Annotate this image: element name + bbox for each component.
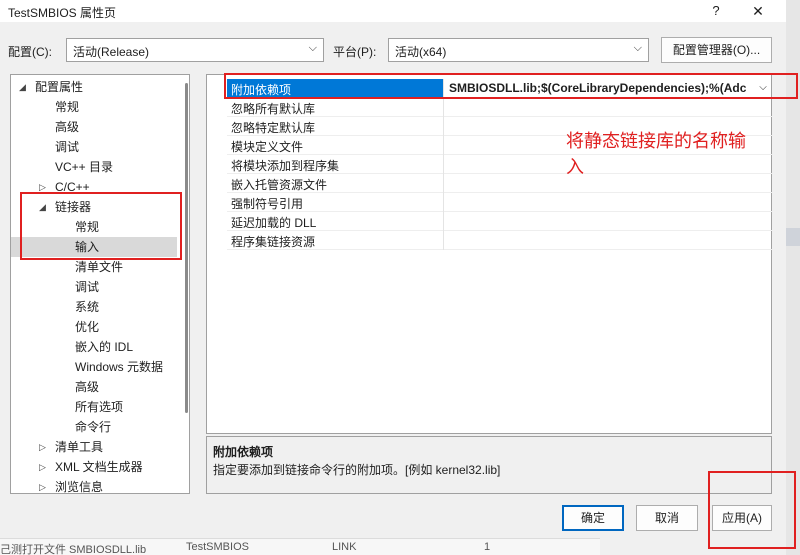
annotation-box-linker-input bbox=[20, 192, 182, 260]
tree-item-command-line[interactable]: 命令行 bbox=[11, 417, 181, 437]
tree-item-advanced[interactable]: 高级 bbox=[11, 117, 181, 137]
tree-item-label: 调试 bbox=[55, 140, 80, 154]
tree-item-embedded-idl[interactable]: 嵌入的 IDL bbox=[11, 337, 181, 357]
config-label: 配置(C): bbox=[8, 45, 52, 59]
config-manager-button[interactable]: 配置管理器(O)... bbox=[661, 37, 772, 63]
tree-item-label: 浏览信息 bbox=[55, 480, 104, 494]
property-name: 忽略所有默认库 bbox=[231, 102, 316, 116]
background-col-3: LINK bbox=[332, 541, 357, 553]
tree-item-label: Windows 元数据 bbox=[75, 360, 164, 374]
annotation-box-apply-button bbox=[708, 471, 796, 549]
tree-item-system[interactable]: 系统 bbox=[11, 297, 181, 317]
description-title: 附加依赖项 bbox=[213, 445, 274, 459]
tree-item-debugging[interactable]: 调试 bbox=[11, 137, 181, 157]
tree-item-label: VC++ 目录 bbox=[55, 160, 114, 174]
tree-item-config-properties[interactable]: ◢ 配置属性 bbox=[11, 77, 181, 97]
property-name: 强制符号引用 bbox=[231, 197, 304, 211]
column-divider bbox=[443, 231, 444, 250]
column-divider bbox=[443, 136, 444, 155]
tree-scrollbar[interactable] bbox=[183, 75, 189, 493]
background-tab bbox=[786, 228, 800, 246]
background-col-4: 1 bbox=[484, 541, 491, 553]
window-title: TestSMBIOS 属性页 bbox=[8, 6, 117, 20]
tree-item-label: 命令行 bbox=[75, 420, 112, 434]
tree-item-vc-directories[interactable]: VC++ 目录 bbox=[11, 157, 181, 177]
annotation-text-line-2: 入 bbox=[566, 157, 584, 177]
collapsed-arrow-icon[interactable]: ▷ bbox=[39, 457, 46, 477]
property-tree[interactable]: ◢ 配置属性 常规 高级 调试 VC++ 目录 ▷ C/C++ ◢ 链接器 常规… bbox=[10, 74, 190, 494]
chevron-down-icon: ⌵ bbox=[308, 42, 317, 54]
tree-item-label: XML 文档生成器 bbox=[55, 460, 143, 474]
platform-dropdown[interactable]: 活动(x64) ⌵ bbox=[388, 38, 649, 62]
tree-item-label: 系统 bbox=[75, 300, 100, 314]
tree-item-linker-advanced[interactable]: 高级 bbox=[11, 377, 181, 397]
description-text: 指定要添加到链接命令行的附加项。[例如 kernel32.lib] bbox=[213, 463, 501, 477]
tree-item-all-options[interactable]: 所有选项 bbox=[11, 397, 181, 417]
tree-item-manifest-tool[interactable]: ▷ 清单工具 bbox=[11, 437, 181, 457]
column-divider bbox=[443, 212, 444, 231]
collapsed-arrow-icon[interactable]: ▷ bbox=[39, 477, 46, 493]
cancel-button[interactable]: 取消 bbox=[636, 505, 698, 531]
platform-label: 平台(P): bbox=[333, 45, 377, 59]
tree-item-label: 优化 bbox=[75, 320, 100, 334]
column-divider bbox=[443, 98, 444, 117]
column-divider bbox=[443, 155, 444, 174]
platform-value: 活动(x64) bbox=[395, 45, 447, 59]
tree-item-label: 高级 bbox=[75, 380, 100, 394]
chevron-down-icon: ⌵ bbox=[633, 42, 642, 54]
property-name: 忽略特定默认库 bbox=[231, 121, 316, 135]
tree-item-windows-metadata[interactable]: Windows 元数据 bbox=[11, 357, 181, 377]
config-value: 活动(Release) bbox=[73, 45, 150, 59]
tree-item-label: 嵌入的 IDL bbox=[75, 340, 134, 354]
annotation-text-line-1: 将静态链接库的名称输 bbox=[566, 131, 746, 151]
tree-item-label: 调试 bbox=[75, 280, 100, 294]
tree-item-manifest-file[interactable]: 清单文件 bbox=[11, 257, 181, 277]
property-row-assembly-link-resource[interactable]: 程序集链接资源 bbox=[227, 231, 773, 250]
property-name: 模块定义文件 bbox=[231, 140, 304, 154]
help-button[interactable]: ? bbox=[706, 1, 726, 21]
tree-item-label: 高级 bbox=[55, 120, 80, 134]
property-name: 嵌入托管资源文件 bbox=[231, 178, 328, 192]
property-name: 将模块添加到程序集 bbox=[231, 159, 340, 173]
tree-item-label: 常规 bbox=[55, 100, 80, 114]
tree-item-label: 清单工具 bbox=[55, 440, 104, 454]
tree-item-label: 配置属性 bbox=[35, 80, 84, 94]
background-col-2: TestSMBIOS bbox=[186, 541, 249, 553]
background-output-row: 己测打开文件 SMBIOSDLL.lib TestSMBIOS LINK 1 bbox=[0, 538, 600, 555]
close-button[interactable]: ✕ bbox=[748, 1, 768, 21]
column-divider bbox=[443, 193, 444, 212]
property-row-delay-loaded-dlls[interactable]: 延迟加载的 DLL bbox=[227, 212, 773, 231]
property-row-force-symbol-references[interactable]: 强制符号引用 bbox=[227, 193, 773, 212]
background-col-1: 己测打开文件 SMBIOSDLL.lib bbox=[0, 544, 147, 555]
tree-item-label: 清单文件 bbox=[75, 260, 124, 274]
property-name: 延迟加载的 DLL bbox=[231, 216, 317, 230]
ok-button[interactable]: 确定 bbox=[562, 505, 624, 531]
annotation-box-additional-dependencies bbox=[224, 73, 798, 99]
tree-item-optimization[interactable]: 优化 bbox=[11, 317, 181, 337]
expanded-arrow-icon[interactable]: ◢ bbox=[19, 77, 26, 97]
column-divider bbox=[443, 174, 444, 193]
tree-item-linker-debugging[interactable]: 调试 bbox=[11, 277, 181, 297]
tree-item-xml-doc-generator[interactable]: ▷ XML 文档生成器 bbox=[11, 457, 181, 477]
scrollbar-thumb[interactable] bbox=[185, 83, 188, 413]
title-bar: TestSMBIOS 属性页 ? ✕ bbox=[0, 0, 786, 22]
config-dropdown[interactable]: 活动(Release) ⌵ bbox=[66, 38, 324, 62]
annotation-text: 将静态链接库的名称输 入 bbox=[566, 128, 782, 180]
collapsed-arrow-icon[interactable]: ▷ bbox=[39, 437, 46, 457]
column-divider bbox=[443, 117, 444, 136]
property-row-ignore-all-default-libs[interactable]: 忽略所有默认库 bbox=[227, 98, 773, 117]
property-name: 程序集链接资源 bbox=[231, 235, 316, 249]
description-pane: 附加依赖项 指定要添加到链接命令行的附加项。[例如 kernel32.lib] bbox=[206, 436, 772, 494]
tree-item-general[interactable]: 常规 bbox=[11, 97, 181, 117]
tree-item-browse-info[interactable]: ▷ 浏览信息 bbox=[11, 477, 181, 494]
tree-item-label: 所有选项 bbox=[75, 400, 124, 414]
